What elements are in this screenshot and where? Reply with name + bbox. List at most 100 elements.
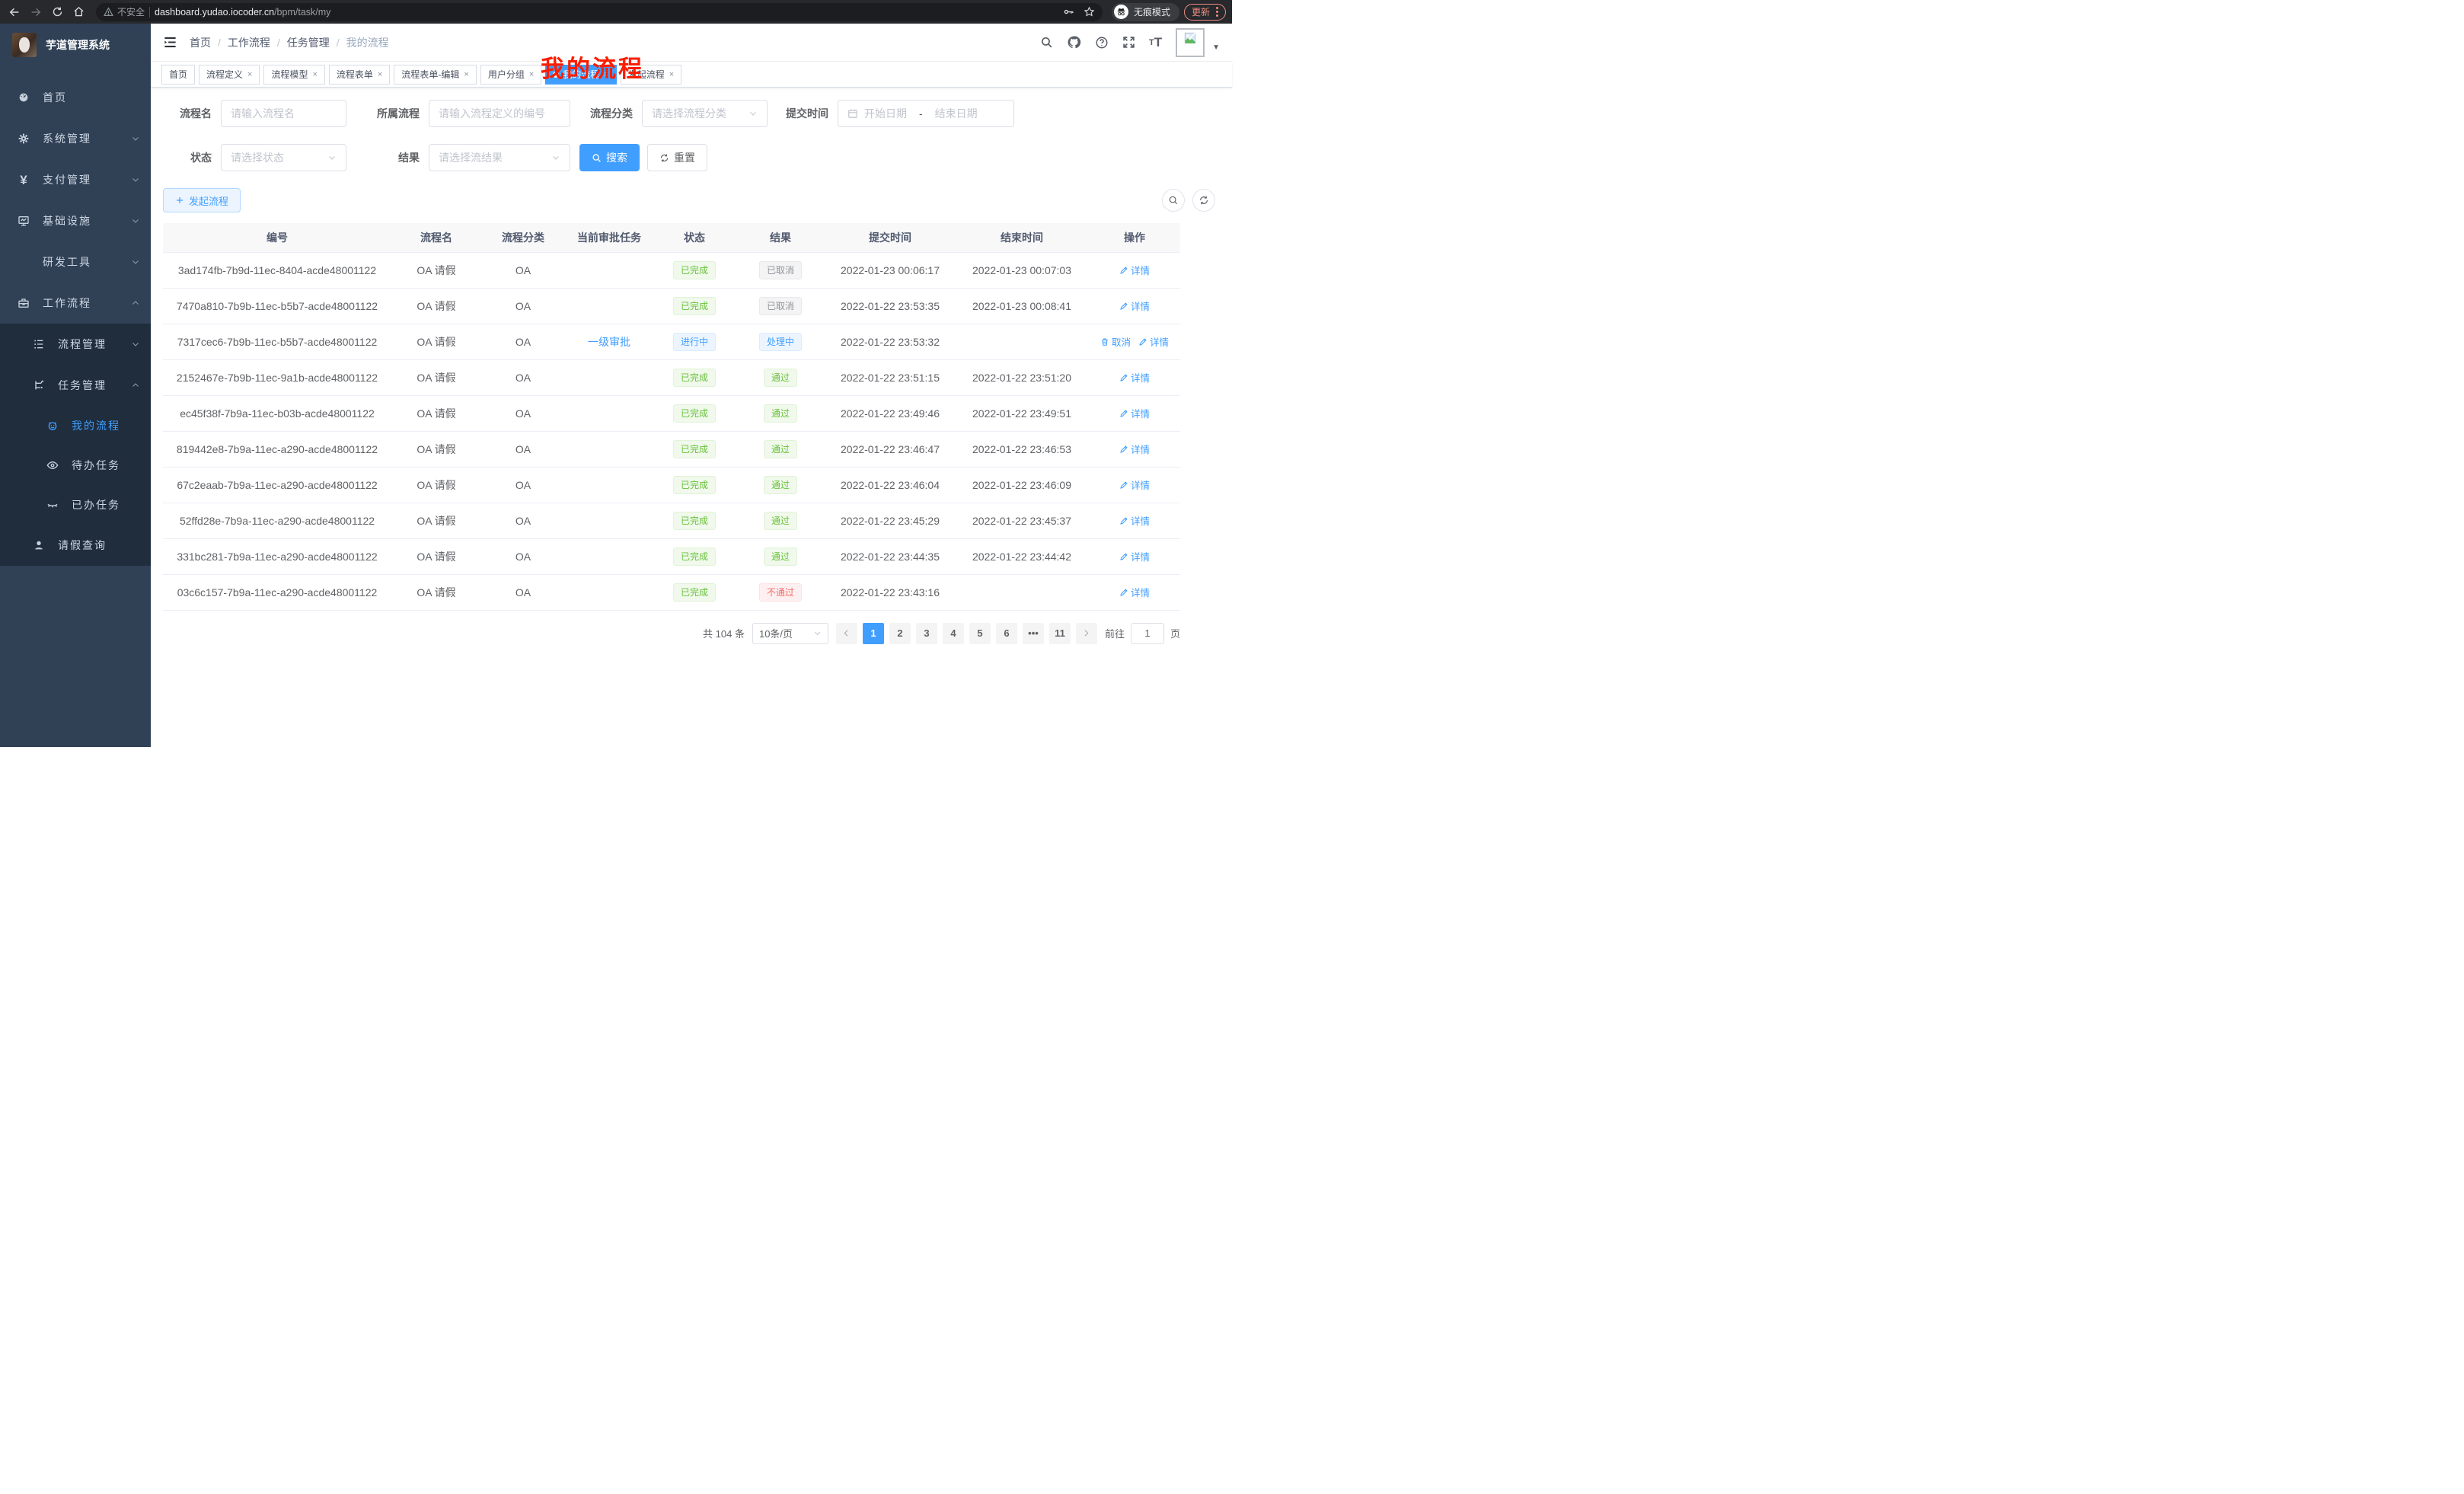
tab-1[interactable]: 流程定义× (199, 65, 260, 85)
cell-submit-time: 2022-01-22 23:46:47 (825, 431, 955, 467)
password-key-icon[interactable] (1063, 6, 1074, 18)
action-label: 详情 (1131, 549, 1150, 563)
tab-close-icon[interactable]: × (464, 70, 468, 79)
sidebar-item-9[interactable]: 待办任务 (0, 445, 151, 485)
detail-action-link[interactable]: 详情 (1119, 585, 1150, 599)
filter-result-select[interactable]: 请选择流结果 (429, 144, 570, 171)
cell-current-task (565, 538, 653, 574)
goto-page-input[interactable] (1131, 623, 1164, 644)
filter-name-input[interactable]: 请输入流程名 (221, 100, 346, 127)
sidebar-item-6[interactable]: 流程管理 (0, 324, 151, 365)
result-badge: 处理中 (759, 333, 802, 351)
page-button-5[interactable]: 5 (969, 623, 991, 644)
page-button-1[interactable]: 1 (863, 623, 884, 644)
font-size-icon[interactable]: TT (1149, 35, 1162, 50)
sidebar-item-4[interactable]: 研发工具 (0, 241, 151, 283)
avatar[interactable] (1176, 28, 1205, 57)
page-button-6[interactable]: 6 (996, 623, 1017, 644)
sidebar-item-11[interactable]: 请假查询 (0, 525, 151, 566)
tab-6[interactable]: 我的流程× (545, 65, 616, 85)
detail-action-link[interactable]: 详情 (1119, 406, 1150, 420)
filter-process-label: 所属流程 (346, 106, 429, 121)
page-button-11[interactable]: 11 (1049, 623, 1071, 644)
filter-status-select[interactable]: 请选择状态 (221, 144, 346, 171)
detail-action-link[interactable]: 详情 (1119, 549, 1150, 563)
browser-back-icon[interactable] (6, 4, 23, 21)
cancel-action-link[interactable]: 取消 (1100, 334, 1131, 349)
search-icon (592, 153, 602, 163)
sidebar-item-0[interactable]: 首页 (0, 77, 151, 118)
page-size-select[interactable]: 10条/页 (752, 623, 828, 644)
chevron-down-icon (748, 109, 758, 118)
filter-process-input[interactable]: 请输入流程定义的编号 (429, 100, 570, 127)
header-search-icon[interactable] (1040, 36, 1053, 49)
breadcrumb-item-2[interactable]: 任务管理 (287, 35, 330, 50)
tab-3[interactable]: 流程表单× (329, 65, 390, 85)
tab-7[interactable]: 发起流程× (621, 65, 681, 85)
address-bar[interactable]: 不安全 dashboard.yudao.iocoder.cn/bpm/task/… (96, 3, 1103, 21)
avatar-caret-icon[interactable]: ▼ (1212, 43, 1220, 52)
sidebar-item-3[interactable]: 基础设施 (0, 200, 151, 241)
tab-4[interactable]: 流程表单-编辑× (394, 65, 476, 85)
help-icon[interactable] (1095, 36, 1109, 49)
reset-button[interactable]: 重置 (647, 144, 707, 171)
breadcrumb-item-0[interactable]: 首页 (190, 35, 211, 50)
detail-action-link[interactable]: 详情 (1119, 442, 1150, 456)
tab-close-icon[interactable]: × (669, 70, 674, 79)
sidebar-item-10[interactable]: 已办任务 (0, 485, 151, 525)
chevron-down-icon (131, 216, 140, 225)
current-task-link[interactable]: 一级审批 (588, 336, 630, 348)
refresh-table-button[interactable] (1192, 189, 1215, 212)
filter-time-range[interactable]: 开始日期 - 结束日期 (838, 100, 1014, 127)
detail-action-link[interactable]: 详情 (1119, 513, 1150, 528)
tab-close-icon[interactable]: × (312, 70, 317, 79)
cell-status: 已完成 (653, 395, 736, 431)
cell-process-name: OA 请假 (391, 252, 481, 288)
sidebar-item-7[interactable]: 任务管理 (0, 365, 151, 406)
breadcrumb-item-1[interactable]: 工作流程 (228, 35, 270, 50)
tab-close-icon[interactable]: × (529, 70, 534, 79)
tab-5[interactable]: 用户分组× (480, 65, 541, 85)
detail-action-link[interactable]: 详情 (1119, 370, 1150, 385)
tab-close-icon[interactable]: × (604, 70, 608, 79)
search-button[interactable]: 搜索 (579, 144, 640, 171)
detail-action-link[interactable]: 详情 (1119, 263, 1150, 277)
next-page-button[interactable] (1076, 623, 1097, 644)
browser-home-icon[interactable] (70, 4, 87, 21)
create-process-button[interactable]: 发起流程 (163, 188, 241, 212)
more-pages-button[interactable]: ••• (1023, 623, 1044, 644)
cell-result: 已取消 (736, 288, 825, 324)
toggle-search-button[interactable] (1162, 189, 1185, 212)
cell-current-task (565, 252, 653, 288)
sidebar-item-label: 系统管理 (43, 131, 119, 146)
browser-reload-icon[interactable] (49, 4, 65, 21)
page-button-3[interactable]: 3 (916, 623, 937, 644)
tab-close-icon[interactable]: × (247, 70, 252, 79)
detail-action-link[interactable]: 详情 (1119, 477, 1150, 492)
page-button-2[interactable]: 2 (889, 623, 911, 644)
sidebar-item-5[interactable]: 工作流程 (0, 283, 151, 324)
bookmark-star-icon[interactable] (1084, 6, 1095, 18)
chevron-down-icon (131, 257, 140, 267)
tab-close-icon[interactable]: × (378, 70, 382, 79)
app-logo-row[interactable]: 芋道管理系统 (0, 24, 151, 66)
detail-action-link[interactable]: 详情 (1119, 298, 1150, 313)
status-badge: 已完成 (673, 476, 716, 494)
chevron-down-icon (131, 340, 140, 349)
sidebar-collapse-icon[interactable] (163, 35, 177, 49)
page-button-4[interactable]: 4 (943, 623, 964, 644)
fullscreen-icon[interactable] (1122, 36, 1135, 49)
browser-menu-icon[interactable] (1216, 7, 1218, 17)
sidebar-item-8[interactable]: 我的流程 (0, 406, 151, 445)
update-button[interactable]: 更新 (1184, 4, 1226, 21)
github-icon[interactable] (1067, 35, 1081, 49)
browser-forward-icon[interactable] (27, 4, 44, 21)
tab-0[interactable]: 首页 (161, 65, 195, 85)
sidebar-item-1[interactable]: 系统管理 (0, 118, 151, 159)
cell-category: OA (481, 324, 565, 359)
tab-2[interactable]: 流程模型× (263, 65, 324, 85)
filter-category-select[interactable]: 请选择流程分类 (642, 100, 768, 127)
prev-page-button[interactable] (836, 623, 857, 644)
sidebar-item-2[interactable]: ¥支付管理 (0, 159, 151, 200)
detail-action-link[interactable]: 详情 (1138, 334, 1169, 349)
